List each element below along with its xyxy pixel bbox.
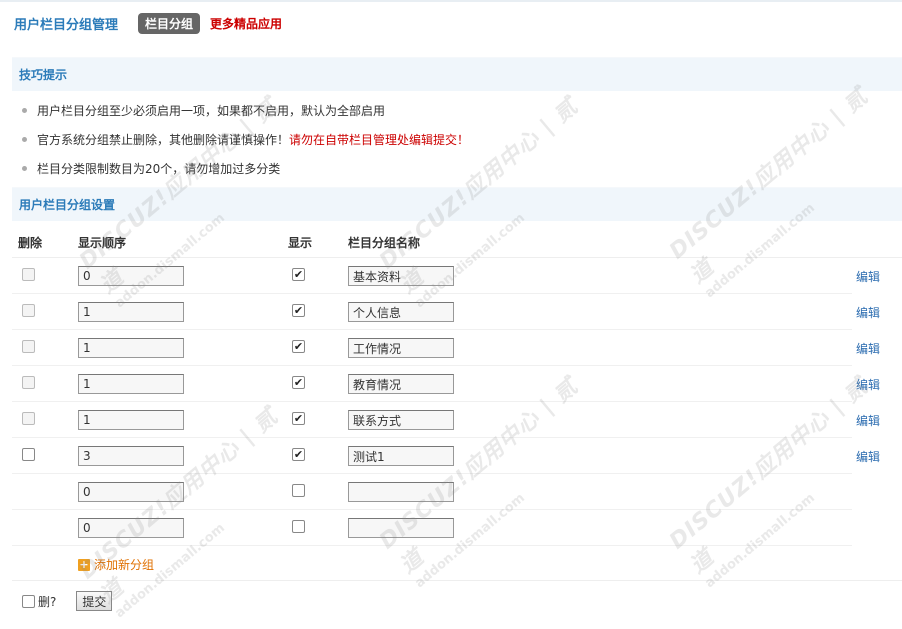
tip-text: 用户栏目分组至少必须启用一项，如果都不启用，默认为全部启用 [37,104,386,118]
table-header: 删除 显示顺序 显示 栏目分组名称 [12,224,902,258]
delete-checkbox [22,376,35,389]
show-checkbox[interactable]: ✔ [292,340,305,353]
table-row: ✔ [12,258,852,294]
edit-link[interactable]: 编辑 [856,304,880,321]
edit-link[interactable]: 编辑 [856,448,880,465]
edit-link[interactable]: 编辑 [856,340,880,357]
divider [12,580,902,581]
form-footer: 删? 提交 [22,591,113,611]
order-input[interactable] [78,266,184,286]
group-name-input[interactable] [348,518,454,538]
group-name-input[interactable] [348,410,454,430]
group-name-input[interactable] [348,302,454,322]
table-row [12,474,852,510]
tip-item: 官方系统分组禁止删除，其他删除请谨慎操作！ 请勿在自带栏目管理处编辑提交！ [22,125,882,154]
settings-heading: 用户栏目分组设置 [12,187,902,221]
table-row: ✔ [12,402,852,438]
bullet-icon [22,137,27,142]
table-row: ✔ [12,294,852,330]
plus-icon: + [78,557,90,571]
show-checkbox[interactable]: ✔ [292,376,305,389]
tip-text: 栏目分类限制数目为20个，请勿增加过多分类 [37,162,281,176]
col-show: 显示 [288,236,313,250]
delete-checkbox [22,412,35,425]
show-checkbox[interactable]: ✔ [292,448,305,461]
show-checkbox[interactable]: ✔ [292,412,305,425]
tips-list: 用户栏目分组至少必须启用一项，如果都不启用，默认为全部启用 官方系统分组禁止删除… [22,96,882,183]
show-checkbox[interactable]: ✔ [292,304,305,317]
col-delete: 删除 [18,236,43,250]
tip-item: 栏目分类限制数目为20个，请勿增加过多分类 [22,154,882,183]
add-group-label: 添加新分组 [94,558,155,572]
edit-link[interactable]: 编辑 [856,412,880,429]
tip-item: 用户栏目分组至少必须启用一项，如果都不启用，默认为全部启用 [22,96,882,125]
order-input[interactable] [78,482,184,502]
show-checkbox[interactable] [292,484,305,497]
page-header: 用户栏目分组管理 栏目分组 更多精品应用 [14,12,282,34]
group-name-input[interactable] [348,266,454,286]
group-name-input[interactable] [348,482,454,502]
more-apps-link[interactable]: 更多精品应用 [210,15,282,32]
order-input[interactable] [78,410,184,430]
add-group-button[interactable]: + 添加新分组 [78,556,154,573]
group-name-input[interactable] [348,446,454,466]
table-row: ✔ [12,330,852,366]
group-name-input[interactable] [348,338,454,358]
order-input[interactable] [78,374,184,394]
group-name-input[interactable] [348,374,454,394]
show-checkbox[interactable] [292,520,305,533]
delete-all-label: 删? [38,594,57,609]
top-border [0,0,902,2]
table-row: ✔ [12,438,852,474]
order-input[interactable] [78,338,184,358]
bullet-icon [22,166,27,171]
delete-checkbox [22,340,35,353]
page-title: 用户栏目分组管理 [14,17,119,33]
delete-all-checkbox[interactable] [22,594,35,608]
show-checkbox[interactable]: ✔ [292,268,305,281]
delete-checkbox [22,304,35,317]
col-order: 显示顺序 [78,236,127,250]
delete-checkbox[interactable] [22,448,35,461]
order-input[interactable] [78,518,184,538]
tab-columns-group[interactable]: 栏目分组 [138,12,201,34]
submit-button[interactable]: 提交 [76,591,113,611]
edit-link[interactable]: 编辑 [856,268,880,285]
table-row [12,510,852,546]
order-input[interactable] [78,302,184,322]
tip-warning: 请勿在自带栏目管理处编辑提交！ [289,133,470,147]
delete-checkbox [22,268,35,281]
table-row: ✔ [12,366,852,402]
col-name: 栏目分组名称 [348,236,421,250]
tips-heading: 技巧提示 [12,57,902,91]
edit-link[interactable]: 编辑 [856,376,880,393]
bullet-icon [22,108,27,113]
tip-text: 官方系统分组禁止删除，其他删除请谨慎操作！ [37,133,290,147]
order-input[interactable] [78,446,184,466]
